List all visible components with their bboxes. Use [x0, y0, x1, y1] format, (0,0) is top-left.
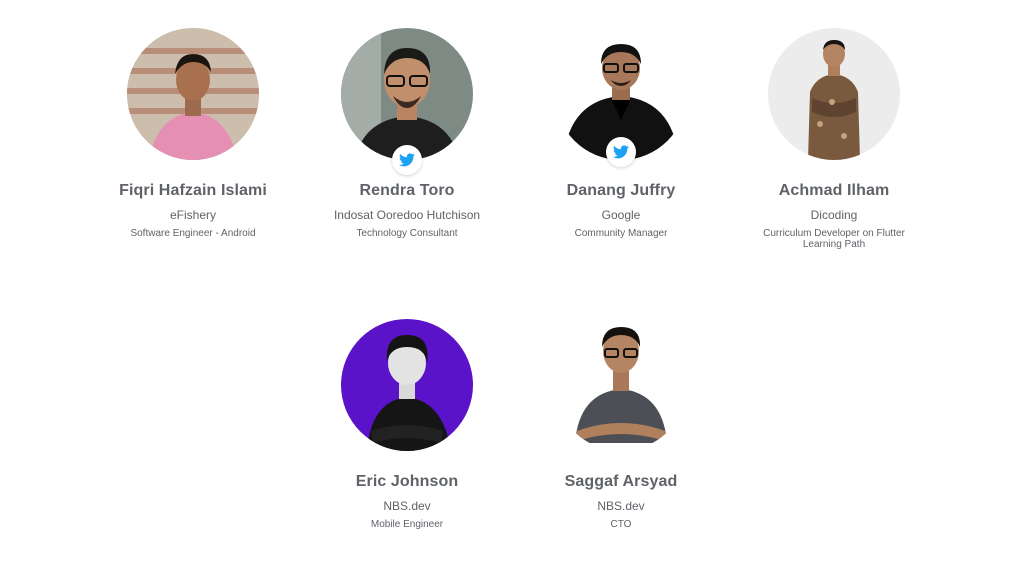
- speaker-card: Rendra Toro Indosat Ooredoo Hutchison Te…: [297, 28, 517, 239]
- speaker-avatar-wrap: [555, 28, 687, 167]
- speaker-avatar: [341, 319, 473, 451]
- twitter-link-button[interactable]: [392, 145, 422, 175]
- speaker-photo: [341, 319, 473, 451]
- speaker-company: Google: [601, 208, 641, 222]
- speaker-company: Dicoding: [810, 208, 858, 222]
- speaker-name: Fiqri Hafzain Islami: [119, 182, 267, 199]
- speaker-name: Achmad Ilham: [778, 182, 890, 199]
- speaker-role: Community Manager: [574, 228, 668, 239]
- speaker-name: Danang Juffry: [566, 182, 676, 199]
- twitter-icon: [613, 145, 629, 159]
- speaker-photo: [555, 319, 687, 451]
- speaker-role: Software Engineer - Android: [130, 228, 256, 239]
- speaker-card: Achmad Ilham Dicoding Curriculum Develop…: [724, 28, 944, 250]
- speaker-photo: [768, 28, 900, 160]
- speaker-company: Indosat Ooredoo Hutchison: [333, 208, 481, 222]
- speaker-name: Eric Johnson: [355, 473, 459, 490]
- speaker-name: Saggaf Arsyad: [564, 473, 678, 490]
- speaker-card: Fiqri Hafzain Islami eFishery Software E…: [83, 28, 303, 239]
- speaker-role: Curriculum Developer on Flutter Learning…: [763, 228, 905, 250]
- speaker-company: NBS.dev: [597, 499, 645, 513]
- twitter-link-button[interactable]: [606, 137, 636, 167]
- speakers-section: Fiqri Hafzain Islami eFishery Software E…: [0, 0, 1024, 573]
- speaker-card: Danang Juffry Google Community Manager: [511, 28, 731, 239]
- speaker-photo: [341, 28, 473, 160]
- speaker-avatar: [768, 28, 900, 160]
- speaker-role: Mobile Engineer: [370, 519, 444, 530]
- speaker-photo: [127, 28, 259, 160]
- twitter-icon: [399, 153, 415, 167]
- speaker-avatar: [341, 28, 473, 160]
- speaker-card: Eric Johnson NBS.dev Mobile Engineer: [297, 319, 517, 530]
- speaker-role: CTO: [610, 519, 632, 530]
- speaker-avatar-wrap: [341, 28, 473, 175]
- speaker-role: Technology Consultant: [356, 228, 458, 239]
- speaker-avatar: [127, 28, 259, 160]
- speaker-name: Rendra Toro: [359, 182, 455, 199]
- speaker-company: NBS.dev: [383, 499, 431, 513]
- speaker-company: eFishery: [169, 208, 216, 222]
- speaker-card: Saggaf Arsyad NBS.dev CTO: [511, 319, 731, 530]
- speaker-avatar: [555, 319, 687, 451]
